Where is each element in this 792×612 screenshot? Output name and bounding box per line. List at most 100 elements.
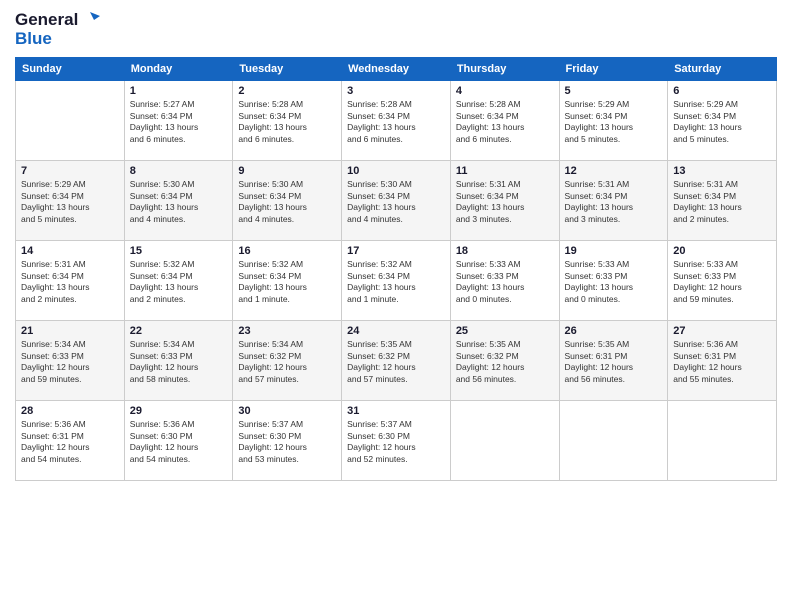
weekday-header-wednesday: Wednesday — [342, 57, 451, 80]
weekday-header-monday: Monday — [124, 57, 233, 80]
day-number: 4 — [456, 85, 554, 97]
day-info: Sunrise: 5:35 AM Sunset: 6:31 PM Dayligh… — [565, 339, 663, 387]
day-number: 31 — [347, 405, 445, 417]
day-info: Sunrise: 5:35 AM Sunset: 6:32 PM Dayligh… — [347, 339, 445, 387]
day-number: 12 — [565, 165, 663, 177]
header: General Blue — [15, 10, 777, 49]
calendar-week-row: 7 Sunrise: 5:29 AM Sunset: 6:34 PM Daylig… — [16, 160, 777, 240]
day-info: Sunrise: 5:31 AM Sunset: 6:34 PM Dayligh… — [21, 259, 119, 307]
calendar-table: SundayMondayTuesdayWednesdayThursdayFrid… — [15, 57, 777, 481]
calendar-cell: 7 Sunrise: 5:29 AM Sunset: 6:34 PM Daylig… — [16, 160, 125, 240]
calendar-cell: 22 Sunrise: 5:34 AM Sunset: 6:33 PM Dayli… — [124, 320, 233, 400]
day-info: Sunrise: 5:32 AM Sunset: 6:34 PM Dayligh… — [130, 259, 228, 307]
weekday-header-sunday: Sunday — [16, 57, 125, 80]
day-info: Sunrise: 5:31 AM Sunset: 6:34 PM Dayligh… — [456, 179, 554, 227]
day-number: 28 — [21, 405, 119, 417]
day-number: 18 — [456, 245, 554, 257]
day-number: 19 — [565, 245, 663, 257]
weekday-header-row: SundayMondayTuesdayWednesdayThursdayFrid… — [16, 57, 777, 80]
calendar-cell: 4Sunrise: 5:28 AM Sunset: 6:34 PM Daylig… — [450, 80, 559, 160]
day-info: Sunrise: 5:30 AM Sunset: 6:34 PM Dayligh… — [347, 179, 445, 227]
logo-container: General Blue — [15, 10, 100, 49]
day-number: 15 — [130, 245, 228, 257]
day-info: Sunrise: 5:37 AM Sunset: 6:30 PM Dayligh… — [238, 419, 336, 467]
day-info: Sunrise: 5:29 AM Sunset: 6:34 PM Dayligh… — [565, 99, 663, 147]
day-info: Sunrise: 5:32 AM Sunset: 6:34 PM Dayligh… — [238, 259, 336, 307]
day-number: 8 — [130, 165, 228, 177]
day-number: 22 — [130, 325, 228, 337]
day-info: Sunrise: 5:34 AM Sunset: 6:33 PM Dayligh… — [21, 339, 119, 387]
logo-general: General — [15, 11, 78, 30]
day-info: Sunrise: 5:28 AM Sunset: 6:34 PM Dayligh… — [347, 99, 445, 147]
calendar-header: SundayMondayTuesdayWednesdayThursdayFrid… — [16, 57, 777, 80]
day-info: Sunrise: 5:36 AM Sunset: 6:31 PM Dayligh… — [673, 339, 771, 387]
day-number: 3 — [347, 85, 445, 97]
day-info: Sunrise: 5:28 AM Sunset: 6:34 PM Dayligh… — [238, 99, 336, 147]
calendar-cell: 6Sunrise: 5:29 AM Sunset: 6:34 PM Daylig… — [668, 80, 777, 160]
calendar-week-row: 1Sunrise: 5:27 AM Sunset: 6:34 PM Daylig… — [16, 80, 777, 160]
logo-blue: Blue — [15, 30, 100, 49]
calendar-cell — [559, 400, 668, 480]
day-info: Sunrise: 5:29 AM Sunset: 6:34 PM Dayligh… — [21, 179, 119, 227]
day-info: Sunrise: 5:36 AM Sunset: 6:31 PM Dayligh… — [21, 419, 119, 467]
calendar-body: 1Sunrise: 5:27 AM Sunset: 6:34 PM Daylig… — [16, 80, 777, 480]
calendar-cell: 30Sunrise: 5:37 AM Sunset: 6:30 PM Dayli… — [233, 400, 342, 480]
day-info: Sunrise: 5:37 AM Sunset: 6:30 PM Dayligh… — [347, 419, 445, 467]
day-info: Sunrise: 5:36 AM Sunset: 6:30 PM Dayligh… — [130, 419, 228, 467]
day-info: Sunrise: 5:31 AM Sunset: 6:34 PM Dayligh… — [673, 179, 771, 227]
day-number: 11 — [456, 165, 554, 177]
day-info: Sunrise: 5:29 AM Sunset: 6:34 PM Dayligh… — [673, 99, 771, 147]
day-number: 17 — [347, 245, 445, 257]
calendar-cell: 9 Sunrise: 5:30 AM Sunset: 6:34 PM Daylig… — [233, 160, 342, 240]
day-info: Sunrise: 5:31 AM Sunset: 6:34 PM Dayligh… — [565, 179, 663, 227]
weekday-header-tuesday: Tuesday — [233, 57, 342, 80]
day-number: 20 — [673, 245, 771, 257]
day-number: 5 — [565, 85, 663, 97]
day-info: Sunrise: 5:30 AM Sunset: 6:34 PM Dayligh… — [238, 179, 336, 227]
calendar-cell: 12 Sunrise: 5:31 AM Sunset: 6:34 PM Dayli… — [559, 160, 668, 240]
day-info: Sunrise: 5:34 AM Sunset: 6:33 PM Dayligh… — [130, 339, 228, 387]
calendar-cell — [16, 80, 125, 160]
day-number: 7 — [21, 165, 119, 177]
day-number: 9 — [238, 165, 336, 177]
calendar-cell: 11 Sunrise: 5:31 AM Sunset: 6:34 PM Dayli… — [450, 160, 559, 240]
calendar-cell: 3 Sunrise: 5:28 AM Sunset: 6:34 PM Daylig… — [342, 80, 451, 160]
weekday-header-saturday: Saturday — [668, 57, 777, 80]
calendar-cell: 15 Sunrise: 5:32 AM Sunset: 6:34 PM Dayli… — [124, 240, 233, 320]
calendar-cell: 17 Sunrise: 5:32 AM Sunset: 6:34 PM Dayli… — [342, 240, 451, 320]
weekday-header-thursday: Thursday — [450, 57, 559, 80]
calendar-cell: 16 Sunrise: 5:32 AM Sunset: 6:34 PM Dayli… — [233, 240, 342, 320]
calendar-cell: 29 Sunrise: 5:36 AM Sunset: 6:30 PM Dayli… — [124, 400, 233, 480]
day-number: 24 — [347, 325, 445, 337]
calendar-cell: 2Sunrise: 5:28 AM Sunset: 6:34 PM Daylig… — [233, 80, 342, 160]
day-info: Sunrise: 5:33 AM Sunset: 6:33 PM Dayligh… — [565, 259, 663, 307]
calendar-cell: 14Sunrise: 5:31 AM Sunset: 6:34 PM Dayli… — [16, 240, 125, 320]
calendar-cell: 24 Sunrise: 5:35 AM Sunset: 6:32 PM Dayli… — [342, 320, 451, 400]
day-number: 26 — [565, 325, 663, 337]
calendar-week-row: 21 Sunrise: 5:34 AM Sunset: 6:33 PM Dayli… — [16, 320, 777, 400]
weekday-header-friday: Friday — [559, 57, 668, 80]
day-number: 16 — [238, 245, 336, 257]
day-number: 27 — [673, 325, 771, 337]
calendar-week-row: 14Sunrise: 5:31 AM Sunset: 6:34 PM Dayli… — [16, 240, 777, 320]
day-number: 13 — [673, 165, 771, 177]
day-number: 23 — [238, 325, 336, 337]
calendar-cell: 28 Sunrise: 5:36 AM Sunset: 6:31 PM Dayli… — [16, 400, 125, 480]
day-number: 29 — [130, 405, 228, 417]
calendar-cell: 26 Sunrise: 5:35 AM Sunset: 6:31 PM Dayli… — [559, 320, 668, 400]
calendar-cell: 20Sunrise: 5:33 AM Sunset: 6:33 PM Dayli… — [668, 240, 777, 320]
calendar-week-row: 28 Sunrise: 5:36 AM Sunset: 6:31 PM Dayli… — [16, 400, 777, 480]
day-number: 25 — [456, 325, 554, 337]
calendar-cell: 25Sunrise: 5:35 AM Sunset: 6:32 PM Dayli… — [450, 320, 559, 400]
calendar-cell — [668, 400, 777, 480]
day-info: Sunrise: 5:32 AM Sunset: 6:34 PM Dayligh… — [347, 259, 445, 307]
calendar-cell: 27 Sunrise: 5:36 AM Sunset: 6:31 PM Dayli… — [668, 320, 777, 400]
calendar-cell — [450, 400, 559, 480]
day-info: Sunrise: 5:27 AM Sunset: 6:34 PM Dayligh… — [130, 99, 228, 147]
calendar-cell: 19 Sunrise: 5:33 AM Sunset: 6:33 PM Dayli… — [559, 240, 668, 320]
day-number: 21 — [21, 325, 119, 337]
calendar-cell: 10Sunrise: 5:30 AM Sunset: 6:34 PM Dayli… — [342, 160, 451, 240]
calendar-cell: 1Sunrise: 5:27 AM Sunset: 6:34 PM Daylig… — [124, 80, 233, 160]
calendar-cell: 21 Sunrise: 5:34 AM Sunset: 6:33 PM Dayli… — [16, 320, 125, 400]
calendar-cell: 31 Sunrise: 5:37 AM Sunset: 6:30 PM Dayli… — [342, 400, 451, 480]
